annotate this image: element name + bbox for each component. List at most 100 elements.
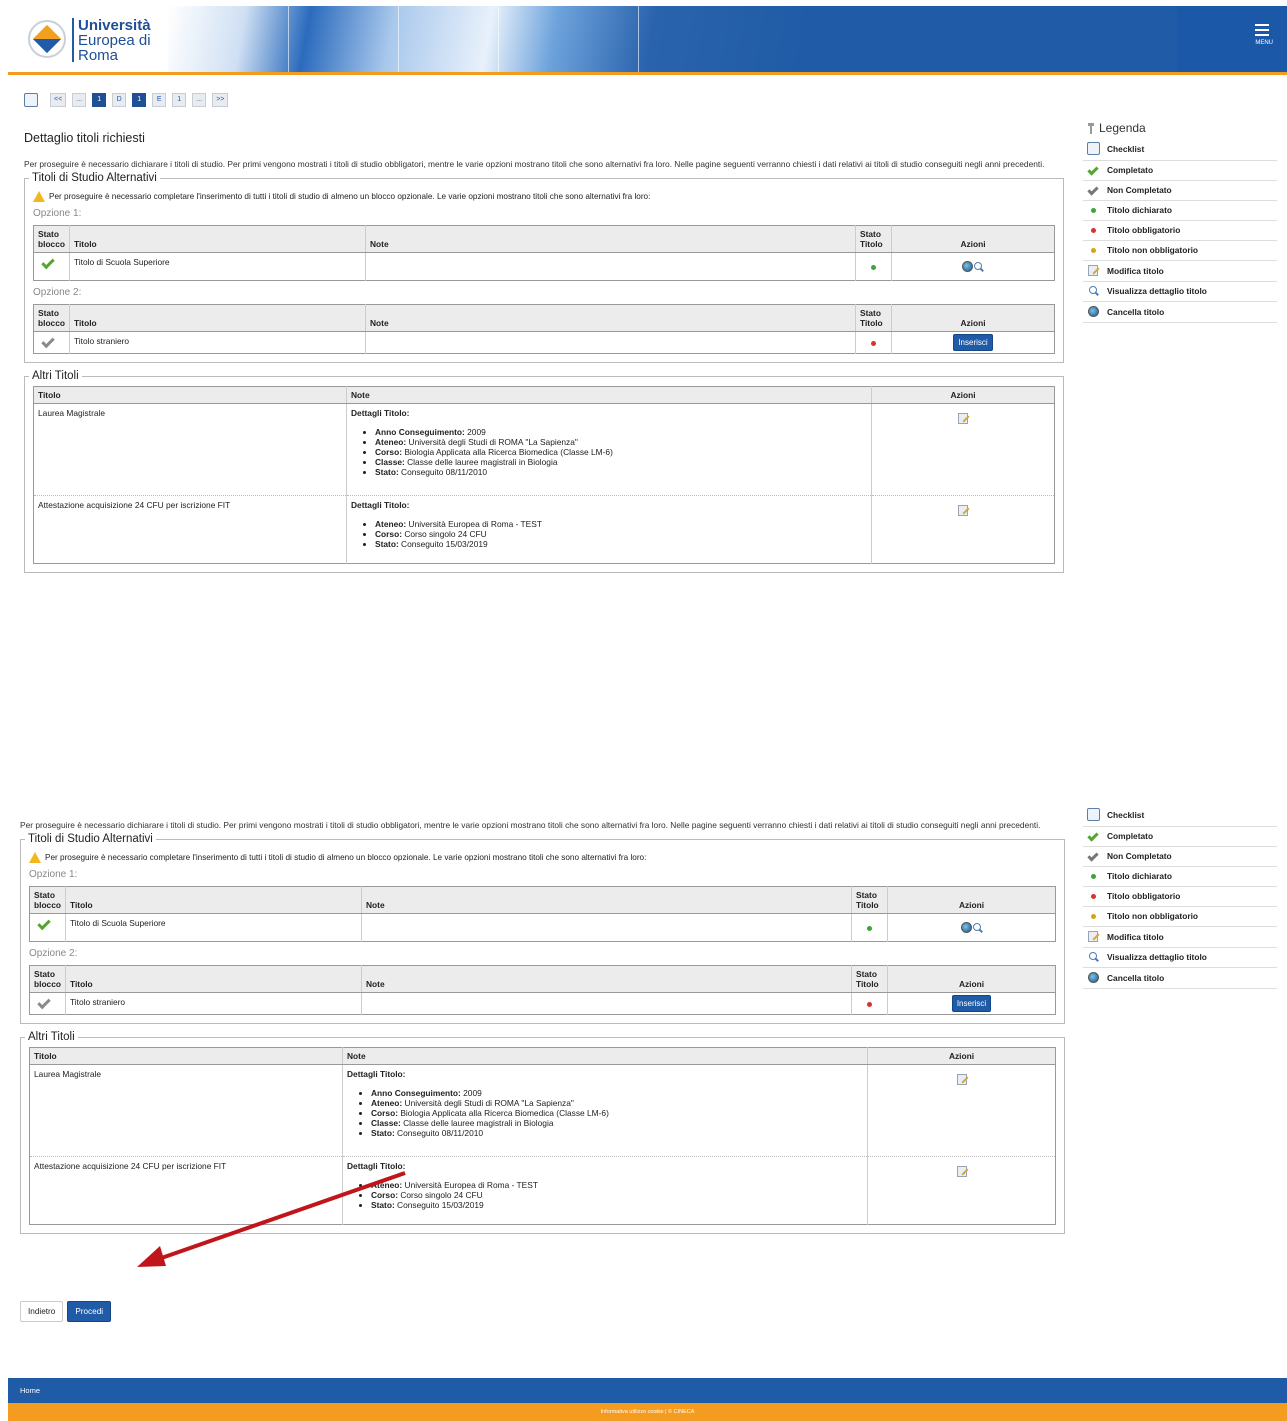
crumb-step[interactable]: E	[152, 93, 167, 107]
altri-titoli-table: Titolo Note Azioni Laurea Magistrale Det…	[29, 1047, 1056, 1225]
header-banner-image	[168, 6, 808, 72]
visualizza-dettaglio-icon[interactable]	[972, 922, 983, 933]
menu-button[interactable]: MENU	[1177, 6, 1287, 72]
footer-cookie-link[interactable]: Informativa utilizzo cookie | © CINECA	[601, 1409, 695, 1415]
titolo-cell: Titolo straniero	[69, 331, 366, 354]
table-row: Titolo straniero Inserisci	[29, 992, 1056, 1015]
alternativi-legend: Titoli di Studio Alternativi	[32, 172, 157, 184]
legend-item: Modifica titolo	[1083, 927, 1277, 948]
titolo-cell: Attestazione acquisizione 24 CFU per isc…	[33, 495, 347, 564]
crumb-ellipsis[interactable]: ...	[192, 93, 207, 107]
altri-titoli-legend: Altri Titoli	[32, 370, 79, 382]
note-cell	[365, 252, 856, 281]
alternativi-legend: Titoli di Studio Alternativi	[28, 833, 153, 845]
non-completato-icon	[41, 334, 55, 349]
titolo-obbligatorio-icon	[1090, 227, 1096, 233]
note-cell	[361, 913, 852, 942]
legend-item: Non Completato	[1083, 847, 1277, 867]
cancella-titolo-icon[interactable]	[960, 922, 972, 934]
table-row: Laurea Magistrale Dettagli Titolo: Anno …	[29, 1064, 1056, 1157]
warning-text: Per proseguire è necessario completare l…	[45, 853, 647, 862]
altri-titoli-legend: Altri Titoli	[28, 1031, 75, 1043]
completato-icon	[41, 255, 55, 270]
titolo-obbligatorio-icon	[1090, 893, 1096, 899]
non-completato-icon	[1087, 184, 1099, 196]
alternativi-fieldset: Titoli di Studio Alternativi Per prosegu…	[20, 833, 1065, 1024]
modifica-titolo-icon	[1088, 265, 1098, 276]
checklist-icon[interactable]	[24, 93, 38, 107]
modifica-titolo-icon[interactable]	[956, 1074, 967, 1085]
option-2-label: Opzione 2:	[33, 287, 82, 298]
breadcrumb: << ... 1 D 1 E 1 ... >>	[24, 93, 229, 107]
crumb-last[interactable]: >>	[212, 93, 229, 107]
modifica-titolo-icon[interactable]	[958, 413, 968, 424]
titolo-cell: Titolo di Scuola Superiore	[69, 252, 366, 281]
legend-item: Titolo non obbligatorio	[1083, 241, 1277, 261]
crumb-step-current[interactable]: 1	[132, 93, 147, 107]
hamburger-icon	[1255, 24, 1269, 39]
titolo-dichiarato-icon	[1090, 207, 1096, 213]
checklist-icon	[1086, 142, 1100, 155]
logo-line-1: Università	[78, 17, 151, 34]
option-1-label: Opzione 1:	[33, 208, 82, 219]
modifica-titolo-icon[interactable]	[958, 505, 968, 516]
table-row: Attestazione acquisizione 24 CFU per isc…	[29, 1156, 1056, 1225]
indietro-button[interactable]: Indietro	[20, 1301, 64, 1322]
logo-line-3: Roma	[78, 47, 119, 64]
visualizza-dettaglio-icon[interactable]	[974, 261, 984, 272]
non-completato-icon	[37, 995, 51, 1010]
logo-line-2: Europea di	[78, 32, 151, 49]
inserisci-button[interactable]: Inserisci	[953, 334, 993, 351]
procedi-button[interactable]: Procedi	[67, 1301, 112, 1322]
main-content: Per proseguire è necessario dichiarare i…	[24, 159, 1064, 573]
footer-home-link[interactable]: Home	[20, 1386, 40, 1395]
legend-item: Non Completato	[1083, 181, 1277, 201]
crumb-first[interactable]: <<	[50, 93, 67, 107]
table-row: Titolo di Scuola Superiore	[29, 913, 1056, 942]
option-2-table: Stato blocco Titolo Note Stato Titolo Azio…	[29, 965, 1056, 1015]
inserisci-button[interactable]: Inserisci	[951, 995, 992, 1012]
completato-icon	[1087, 830, 1099, 842]
intro-text: Per proseguire è necessario dichiarare i…	[20, 820, 1041, 830]
crumb-step[interactable]: 1	[92, 93, 107, 107]
modifica-titolo-icon[interactable]	[956, 1166, 967, 1177]
legend-item: Titolo dichiarato	[1083, 201, 1277, 221]
crumb-step[interactable]: D	[112, 93, 127, 107]
intro-text: Per proseguire è necessario dichiarare i…	[24, 159, 1045, 169]
legend-item: Visualizza dettaglio titolo	[1083, 948, 1277, 968]
titolo-cell: Titolo di Scuola Superiore	[65, 913, 362, 942]
crumb-ellipsis[interactable]: ...	[72, 93, 87, 107]
altri-titoli-fieldset: Altri Titoli Titolo Note Azioni Laurea M…	[24, 370, 1064, 573]
titolo-obbligatorio-icon	[871, 340, 876, 346]
table-row: Titolo di Scuola Superiore	[33, 252, 1055, 281]
warning-icon	[33, 191, 45, 202]
warning-text: Per proseguire è necessario completare l…	[49, 192, 651, 201]
titolo-cell: Laurea Magistrale	[29, 1064, 343, 1157]
menu-label: MENU	[1255, 40, 1273, 46]
cancella-titolo-icon[interactable]	[962, 261, 973, 273]
visualizza-dettaglio-icon	[1088, 952, 1099, 962]
university-logo[interactable]: Università Europea di Roma	[8, 6, 168, 72]
alternativi-fieldset: Titoli di Studio Alternativi Per prosegu…	[24, 172, 1064, 363]
titolo-dichiarato-icon	[867, 925, 872, 931]
titolo-non-obbligatorio-icon	[1090, 247, 1096, 253]
checklist-icon	[1086, 808, 1100, 821]
legend-item: Modifica titolo	[1083, 261, 1277, 282]
legend-item: Checklist	[1083, 138, 1277, 161]
page-title: Dettaglio titoli richiesti	[24, 131, 145, 145]
titolo-dichiarato-icon	[1090, 873, 1096, 879]
visualizza-dettaglio-icon	[1088, 286, 1099, 296]
legend-item: Cancella titolo	[1083, 968, 1277, 989]
legend-item: Titolo obbligatorio	[1083, 221, 1277, 241]
warning-icon	[29, 852, 41, 863]
option-2-table: Stato blocco Titolo Note Stato Titolo Azio…	[33, 304, 1055, 354]
legenda-panel: Legenda Checklist Completato Non Complet…	[1083, 121, 1277, 323]
table-row: Laurea Magistrale Dettagli Titolo: Anno …	[33, 403, 1055, 496]
table-row: Titolo straniero Inserisci	[33, 331, 1055, 354]
completato-icon	[37, 916, 51, 931]
note-cell	[365, 331, 856, 354]
app-header: Università Europea di Roma MENU	[8, 6, 1287, 75]
legenda-title: Legenda	[1099, 121, 1146, 135]
crumb-step[interactable]: 1	[172, 93, 187, 107]
titolo-non-obbligatorio-icon	[1090, 913, 1096, 919]
